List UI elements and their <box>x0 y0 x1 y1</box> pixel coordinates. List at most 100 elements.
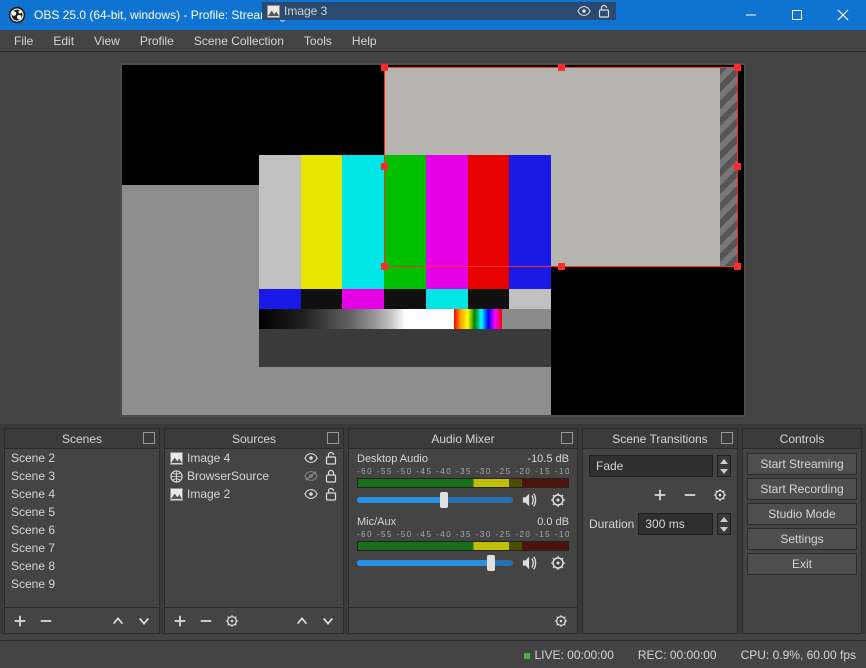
volume-slider[interactable] <box>357 560 513 566</box>
mute-button[interactable] <box>519 553 541 573</box>
menu-help[interactable]: Help <box>344 32 385 50</box>
add-transition-button[interactable] <box>649 485 671 505</box>
sources-float-icon[interactable] <box>327 432 339 444</box>
scenes-dock: Scenes Scene 1Scene 2Scene 3Scene 4Scene… <box>4 428 160 634</box>
audio-meter <box>357 478 569 488</box>
add-source-button[interactable] <box>169 611 191 631</box>
scenes-float-icon[interactable] <box>143 432 155 444</box>
app-icon <box>8 6 26 24</box>
channel-name: Mic/Aux <box>357 516 396 528</box>
duration-spinner[interactable] <box>717 513 731 535</box>
menu-scene-collection[interactable]: Scene Collection <box>186 32 292 50</box>
preview-smpte-bars <box>259 155 551 289</box>
scene-item[interactable]: Scene 6 <box>5 521 159 539</box>
scene-down-button[interactable] <box>133 611 155 631</box>
preview-overflow-hatch <box>720 67 738 267</box>
scene-item[interactable]: Scene 4 <box>5 485 159 503</box>
dock-row: Scenes Scene 1Scene 2Scene 3Scene 4Scene… <box>0 424 866 634</box>
preview-canvas[interactable] <box>122 65 744 415</box>
minimize-button[interactable] <box>728 0 774 30</box>
source-item[interactable]: BrowserSource <box>165 467 343 485</box>
source-label: BrowserSource <box>187 469 299 483</box>
scene-item[interactable]: Scene 5 <box>5 503 159 521</box>
lock-toggle[interactable] <box>323 451 339 465</box>
status-live: LIVE: 00:00:00 <box>524 648 613 662</box>
start-recording-button[interactable]: Start Recording <box>747 478 857 500</box>
mixer-channel: Desktop Audio -10.5 dB -60 -55 -50 -45 -40… <box>349 449 577 512</box>
scene-item[interactable]: Scene 3 <box>5 467 159 485</box>
source-up-button[interactable] <box>291 611 313 631</box>
scene-up-button[interactable] <box>107 611 129 631</box>
visibility-toggle[interactable] <box>303 451 319 465</box>
channel-settings-button[interactable] <box>547 490 569 510</box>
mute-button[interactable] <box>519 490 541 510</box>
preview-smpte-row3 <box>259 309 551 329</box>
visibility-toggle[interactable] <box>303 487 319 501</box>
transitions-dock: Scene Transitions Fade Duration <box>582 428 738 634</box>
source-item[interactable]: Image 4 <box>165 449 343 467</box>
source-label: Image 4 <box>187 451 299 465</box>
remove-source-button[interactable] <box>195 611 217 631</box>
scene-item[interactable]: Scene 2 <box>5 449 159 467</box>
menu-view[interactable]: View <box>86 32 128 50</box>
controls-dock-title: Controls <box>743 429 861 449</box>
source-down-button[interactable] <box>317 611 339 631</box>
close-button[interactable] <box>820 0 866 30</box>
meter-ticks: -60 -55 -50 -45 -40 -35 -30 -25 -20 -15 … <box>357 530 569 539</box>
duration-value: 300 ms <box>645 517 684 531</box>
preview-source-bg-left <box>122 185 259 367</box>
remove-scene-button[interactable] <box>35 611 57 631</box>
mixer-channel: Mic/Aux0.0 dB-60 -55 -50 -45 -40 -35 -30… <box>349 512 577 575</box>
mixer-dock-title: Audio Mixer <box>349 429 577 449</box>
transition-select[interactable]: Fade <box>589 455 713 477</box>
visibility-toggle[interactable] <box>303 469 319 483</box>
source-item[interactable]: Image 2 <box>165 485 343 503</box>
maximize-button[interactable] <box>774 0 820 30</box>
status-bar: LIVE: 00:00:00 REC: 00:00:00 CPU: 0.9%, … <box>0 640 866 668</box>
scene-item[interactable]: Scene 7 <box>5 539 159 557</box>
chevron-up-icon[interactable] <box>718 456 730 466</box>
duration-input[interactable]: 300 ms <box>638 513 713 535</box>
mixer-settings-button[interactable] <box>549 611 573 631</box>
add-scene-button[interactable] <box>9 611 31 631</box>
lock-toggle[interactable] <box>323 469 339 483</box>
chevron-down-icon[interactable] <box>718 466 730 476</box>
transition-properties-button[interactable] <box>709 485 731 505</box>
mixer-float-icon[interactable] <box>561 432 573 444</box>
mixer-toolbar <box>349 607 577 633</box>
scene-item[interactable]: Scene 9 <box>5 575 159 593</box>
status-rec: REC: 00:00:00 <box>638 648 717 662</box>
chevron-up-icon[interactable] <box>718 514 730 524</box>
start-streaming-button[interactable]: Start Streaming <box>747 453 857 475</box>
scene-item[interactable]: Scene 8 <box>5 557 159 575</box>
status-cpu: CPU: 0.9%, 60.00 fps <box>741 648 856 662</box>
live-indicator-icon <box>524 653 530 659</box>
scenes-dock-title: Scenes <box>5 429 159 449</box>
source-properties-button[interactable] <box>221 611 243 631</box>
scenes-list[interactable]: Scene 1Scene 2Scene 3Scene 4Scene 5Scene… <box>5 449 159 607</box>
menu-edit[interactable]: Edit <box>45 32 82 50</box>
channel-name: Desktop Audio <box>357 453 428 465</box>
sources-list[interactable]: Image 4Image 3BrowserSourceImage 2 <box>165 449 343 607</box>
menu-file[interactable]: File <box>6 32 41 50</box>
globe-icon <box>169 469 183 483</box>
settings-button[interactable]: Settings <box>747 528 857 550</box>
channel-db: -10.5 dB <box>527 453 569 465</box>
preview-area <box>0 52 866 424</box>
menu-tools[interactable]: Tools <box>296 32 340 50</box>
menu-profile[interactable]: Profile <box>132 32 182 50</box>
remove-transition-button[interactable] <box>679 485 701 505</box>
exit-button[interactable]: Exit <box>747 553 857 575</box>
transitions-float-icon[interactable] <box>721 432 733 444</box>
studio-mode-button[interactable]: Studio Mode <box>747 503 857 525</box>
volume-slider[interactable] <box>357 497 513 503</box>
chevron-down-icon[interactable] <box>718 524 730 534</box>
lock-toggle[interactable] <box>323 487 339 501</box>
meter-ticks: -60 -55 -50 -45 -40 -35 -30 -25 -20 -15 … <box>357 467 569 476</box>
image-icon <box>169 487 183 501</box>
mixer-dock: Audio Mixer Desktop Audio -10.5 dB -60 -55… <box>348 428 578 634</box>
image-icon <box>169 451 183 465</box>
audio-meter <box>357 541 569 551</box>
channel-settings-button[interactable] <box>547 553 569 573</box>
transition-select-spinner[interactable] <box>717 455 731 477</box>
